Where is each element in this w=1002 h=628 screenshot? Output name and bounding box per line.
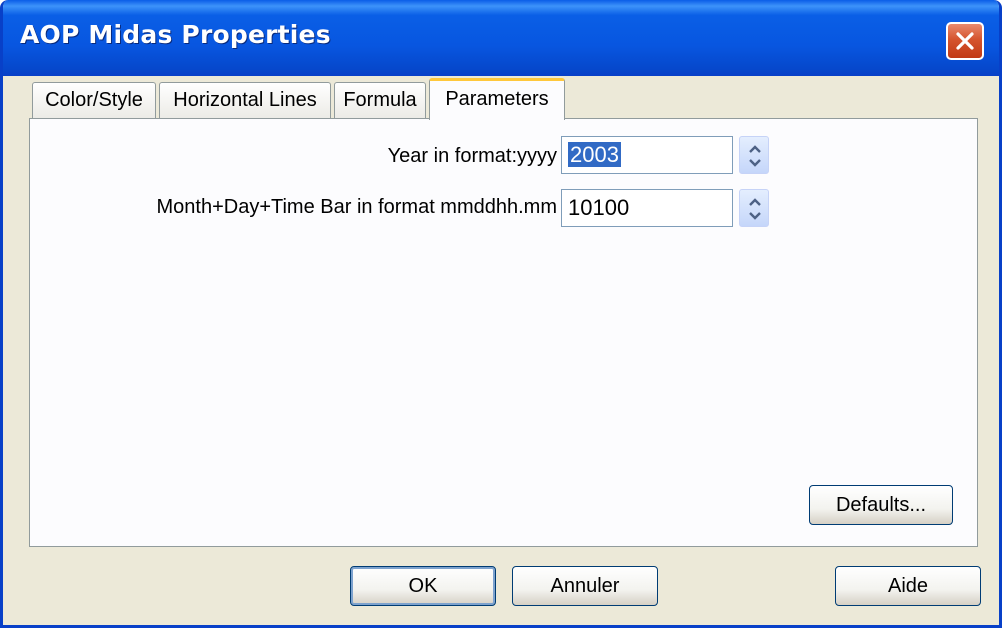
chevron-up-icon[interactable] [748, 197, 762, 207]
close-button[interactable] [946, 22, 984, 60]
year-label: Year in format:yyyy [387, 145, 557, 167]
tab-parameters[interactable]: Parameters [429, 78, 565, 120]
tab-formula[interactable]: Formula [334, 82, 426, 118]
parameters-panel: Year in format:yyyy 2003 Month+Day+Time … [29, 118, 978, 547]
year-spinner[interactable] [739, 136, 769, 174]
ok-button[interactable]: OK [350, 566, 496, 606]
defaults-button[interactable]: Defaults... [809, 485, 953, 525]
chevron-down-icon[interactable] [748, 158, 762, 168]
title-bar[interactable]: AOP Midas Properties [3, 0, 999, 76]
tab-color-style[interactable]: Color/Style [32, 82, 156, 118]
monthday-spinner[interactable] [739, 189, 769, 227]
window-title: AOP Midas Properties [20, 20, 331, 49]
year-value: 2003 [568, 142, 621, 167]
monthday-input[interactable]: 10100 [561, 189, 733, 227]
tab-horizontal-lines[interactable]: Horizontal Lines [159, 82, 331, 118]
monthday-label: Month+Day+Time Bar in format mmddhh.mm [156, 196, 558, 218]
help-button[interactable]: Aide [835, 566, 981, 606]
year-input[interactable]: 2003 [561, 136, 733, 174]
properties-dialog: AOP Midas Properties Color/Style Horizon… [0, 0, 1002, 628]
close-icon [956, 32, 974, 50]
cancel-button[interactable]: Annuler [512, 566, 658, 606]
chevron-down-icon[interactable] [748, 211, 762, 221]
chevron-up-icon[interactable] [748, 144, 762, 154]
